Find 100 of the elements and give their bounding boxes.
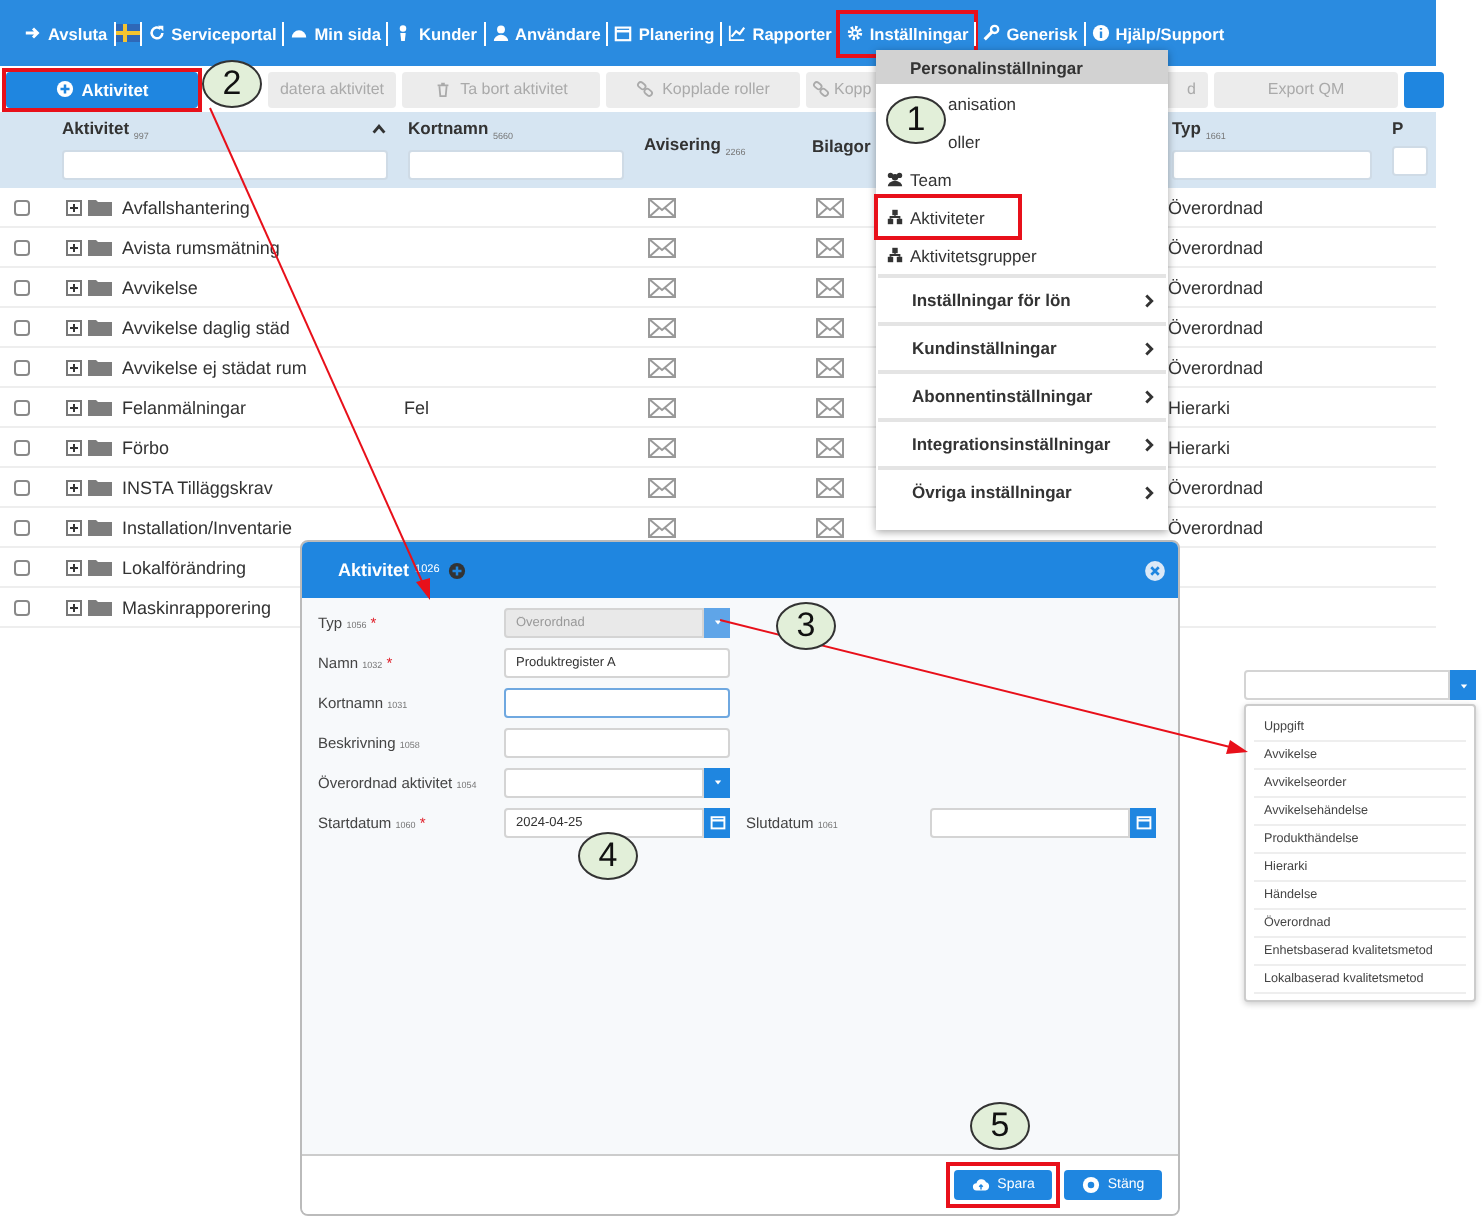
expand-icon[interactable] [66, 599, 82, 615]
envelope-icon[interactable] [816, 357, 844, 377]
table-cell: Felanmälningar [122, 397, 247, 417]
folder-icon [88, 318, 112, 336]
checkbox[interactable] [14, 559, 30, 575]
hierarchy-icon [886, 208, 904, 226]
envelope-icon[interactable] [648, 197, 676, 217]
expand-icon[interactable] [66, 239, 82, 255]
nav-link[interactable]: Avsluta [18, 13, 114, 53]
envelope-icon[interactable] [816, 477, 844, 497]
envelope-icon[interactable] [816, 397, 844, 417]
filter-field[interactable] [1172, 149, 1372, 180]
checkbox[interactable] [14, 519, 30, 535]
nav-link[interactable]: Serviceportal [141, 13, 283, 53]
dropdown-button[interactable] [1450, 670, 1476, 700]
table-cell: Avfallshantering [122, 197, 250, 217]
step-number: 2 [202, 60, 262, 108]
table-cell: Lokalförändring [122, 557, 247, 577]
envelope-icon[interactable] [648, 237, 676, 257]
filter-field[interactable] [62, 149, 388, 180]
table-cell: Överordnad [1168, 357, 1264, 377]
dropdown-button[interactable] [704, 767, 730, 797]
expand-icon[interactable] [66, 359, 82, 375]
expand-icon[interactable] [66, 439, 82, 455]
menu-item[interactable]: Aktivitetsgrupper [878, 236, 1166, 274]
checkbox[interactable] [14, 399, 30, 415]
checkbox[interactable] [14, 199, 30, 215]
expand-icon[interactable] [66, 479, 82, 495]
envelope-icon[interactable] [648, 357, 676, 377]
sort-caret-icon [370, 120, 388, 139]
nav-link[interactable]: Rapporter [722, 13, 838, 53]
calendar-button[interactable] [1130, 807, 1156, 837]
link-icon [812, 80, 830, 98]
input-field[interactable] [504, 687, 730, 717]
info-icon [1091, 24, 1110, 42]
checkbox[interactable] [14, 319, 30, 335]
envelope-icon[interactable] [648, 317, 676, 337]
gear-icon [845, 24, 864, 42]
expand-icon[interactable] [66, 399, 82, 415]
toolbar-button[interactable]: Aktivitet [6, 71, 198, 107]
date-field[interactable] [930, 807, 1130, 837]
select-field[interactable] [1244, 670, 1450, 700]
envelope-icon[interactable] [648, 277, 676, 297]
envelope-icon[interactable] [816, 517, 844, 537]
expand-icon[interactable] [66, 319, 82, 335]
plus-circle-icon [447, 561, 466, 579]
dropdown-button[interactable] [704, 607, 730, 637]
checkbox[interactable] [14, 599, 30, 615]
nav-link[interactable]: Kunder [388, 13, 483, 53]
primary-button[interactable] [1404, 71, 1444, 107]
nav-link[interactable]: Användare [485, 13, 607, 53]
column-header[interactable]: Bilagor [812, 135, 871, 155]
nav-link[interactable]: Planering [608, 13, 721, 53]
calendar-icon [709, 814, 725, 830]
filter-field[interactable] [1392, 146, 1428, 176]
flag-icon[interactable] [115, 24, 140, 42]
input-field[interactable] [504, 727, 730, 757]
select-field[interactable] [504, 767, 704, 797]
close-icon[interactable] [1144, 559, 1166, 581]
plus-circle-icon [55, 80, 74, 98]
checkbox[interactable] [14, 359, 30, 375]
nav-link[interactable]: Min sida [284, 13, 387, 53]
column-header[interactable]: P [1392, 118, 1404, 138]
menu-item[interactable]: Aktiviteter [878, 198, 1018, 236]
table-cell: Överordnad [1168, 197, 1264, 217]
folder-icon [88, 438, 112, 456]
nav-link[interactable]: Inställningar [839, 13, 975, 53]
submenu-item[interactable]: Inställningar för lön [878, 274, 1166, 322]
calendar-button[interactable] [704, 807, 730, 837]
menu-item[interactable]: Team [878, 160, 1166, 198]
envelope-icon[interactable] [816, 437, 844, 457]
checkbox[interactable] [14, 479, 30, 495]
nav-link[interactable]: Hjälp/Support [1085, 13, 1231, 53]
submenu-item[interactable]: Kundinställningar [878, 322, 1166, 370]
checkbox[interactable] [14, 439, 30, 455]
table-cell: Fel [404, 397, 430, 417]
link-icon [636, 80, 655, 98]
nav-link[interactable]: Generisk [976, 13, 1084, 53]
envelope-icon[interactable] [648, 397, 676, 417]
envelope-icon[interactable] [816, 317, 844, 337]
folder-icon [88, 358, 112, 376]
submenu-item[interactable]: Integrationsinställningar [878, 418, 1166, 466]
expand-icon[interactable] [66, 559, 82, 575]
checkbox[interactable] [14, 279, 30, 295]
checkbox[interactable] [14, 239, 30, 255]
expand-icon[interactable] [66, 519, 82, 535]
folder-icon [88, 598, 112, 616]
envelope-icon[interactable] [816, 237, 844, 257]
submenu-item[interactable]: Övriga inställningar [878, 466, 1166, 514]
trash-icon [434, 80, 453, 98]
envelope-icon[interactable] [816, 277, 844, 297]
submenu-item[interactable]: Abonnentinställningar [878, 370, 1166, 418]
envelope-icon[interactable] [648, 517, 676, 537]
expand-icon[interactable] [66, 279, 82, 295]
table-cell: Hierarki [1168, 397, 1231, 417]
filter-field[interactable] [408, 149, 624, 180]
envelope-icon[interactable] [648, 437, 676, 457]
expand-icon[interactable] [66, 199, 82, 215]
envelope-icon[interactable] [648, 477, 676, 497]
envelope-icon[interactable] [816, 197, 844, 217]
